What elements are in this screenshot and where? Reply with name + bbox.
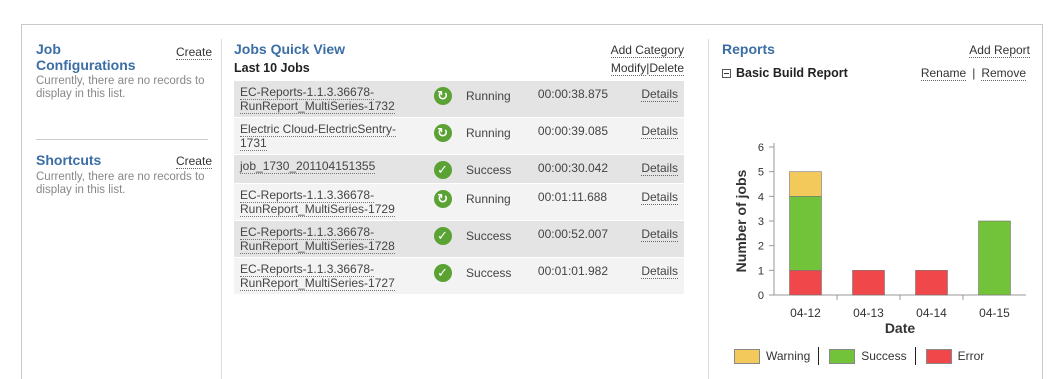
last-jobs-label: Last 10 Jobs <box>234 61 310 75</box>
job-name-link[interactable]: EC-Reports-1.1.3.36678-RunReport_MultiSe… <box>240 188 395 217</box>
jobs-table: EC-Reports-1.1.3.36678-RunReport_MultiSe… <box>234 81 684 295</box>
y-tick-label: 4 <box>758 191 764 203</box>
legend-swatch-success <box>829 348 856 364</box>
jobs-quick-view-title: Jobs Quick View <box>234 41 346 57</box>
jobs-quick-view: Jobs Quick View Add Category Last 10 Job… <box>234 41 684 295</box>
y-tick-label: 2 <box>758 241 764 253</box>
collapse-icon[interactable] <box>722 68 731 78</box>
success-check-icon: ✓ <box>433 264 452 282</box>
add-report-link[interactable]: Add Report <box>969 43 1030 58</box>
y-tick-label: 1 <box>758 265 764 277</box>
bar-error <box>915 270 948 296</box>
job-duration: 00:00:39.085 <box>537 124 608 138</box>
job-details-link[interactable]: Details <box>641 161 678 176</box>
job-status: Running <box>466 192 511 206</box>
reports-title: Reports <box>722 41 775 57</box>
x-tick-label: 04-14 <box>916 306 947 320</box>
running-icon: ↻ <box>433 124 452 142</box>
legend-swatch-error <box>925 348 952 364</box>
job-status: Success <box>466 266 512 280</box>
legend-label-error: Error <box>957 349 985 363</box>
job-row: Electric Cloud-ElectricSentry-1731 ↻ Runni… <box>234 117 684 155</box>
report-name: Basic Build Report <box>736 66 848 80</box>
job-status: Success <box>466 229 512 243</box>
job-row: EC-Reports-1.1.3.36678-RunReport_MultiSe… <box>234 183 684 221</box>
y-tick-label: 3 <box>758 216 764 228</box>
shortcuts-header: Shortcuts Create <box>36 152 212 169</box>
job-name-link[interactable]: Electric Cloud-ElectricSentry-1731 <box>240 122 397 151</box>
y-tick-label: 6 <box>758 142 764 154</box>
left-divider <box>36 139 208 140</box>
job-duration: 00:01:11.688 <box>537 190 608 204</box>
job-row: EC-Reports-1.1.3.36678-RunReport_MultiSe… <box>234 81 684 118</box>
job-details-link[interactable]: Details <box>641 190 678 205</box>
modify-delete-links: Modify|Delete <box>610 61 684 76</box>
column-divider <box>708 39 709 379</box>
legend-separator <box>818 347 820 365</box>
rename-link[interactable]: Rename <box>920 66 967 81</box>
job-duration: 00:01:01.982 <box>537 264 608 278</box>
job-duration: 00:00:30.042 <box>537 161 608 175</box>
job-status: Running <box>466 89 511 103</box>
job-row: job_1730_201104151355 ✓ Success 00:00:30.04… <box>234 154 684 184</box>
reports-panel: Reports Add Report Basic Build Report Re… <box>722 41 1030 365</box>
bar-success <box>789 196 822 271</box>
legend-swatch-warning <box>734 348 760 364</box>
x-tick-label: 04-13 <box>853 306 884 320</box>
x-tick-label: 04-15 <box>979 306 1010 320</box>
job-row: EC-Reports-1.1.3.36678-RunReport_MultiSe… <box>234 257 684 295</box>
remove-link[interactable]: Remove <box>981 66 1026 81</box>
bar-success <box>978 220 1011 296</box>
job-details-link[interactable]: Details <box>641 227 678 242</box>
legend-label-success: Success <box>861 349 907 363</box>
y-axis-title: Number of jobs <box>733 169 749 272</box>
dashboard-panel: Job Configurations Create Currently, the… <box>21 24 1043 379</box>
job-row: EC-Reports-1.1.3.36678-RunReport_MultiSe… <box>234 220 684 258</box>
success-check-icon: ✓ <box>433 227 452 245</box>
chart-legend: Warning Success Error <box>734 347 984 365</box>
job-configurations-header: Job Configurations Create <box>36 41 212 73</box>
bar-error <box>789 270 822 296</box>
x-tick-label: 04-12 <box>790 306 821 320</box>
job-status: Success <box>466 163 512 177</box>
bar-warning <box>789 171 822 197</box>
add-category-link[interactable]: Add Category <box>610 43 684 58</box>
y-tick-label: 0 <box>758 290 764 302</box>
link-separator: | <box>972 66 976 80</box>
x-axis-title: Date <box>885 320 916 336</box>
job-name-link[interactable]: EC-Reports-1.1.3.36678-RunReport_MultiSe… <box>240 85 395 114</box>
modify-link[interactable]: Modify <box>610 61 647 76</box>
job-status: Running <box>466 126 511 140</box>
success-check-icon: ✓ <box>433 161 452 179</box>
job-details-link[interactable]: Details <box>641 264 678 279</box>
job-configurations-title: Job Configurations <box>36 41 136 73</box>
job-duration: 00:00:52.007 <box>537 227 608 241</box>
job-name-link[interactable]: EC-Reports-1.1.3.36678-RunReport_MultiSe… <box>240 225 395 254</box>
left-column: Job Configurations Create Currently, the… <box>36 41 212 197</box>
job-details-link[interactable]: Details <box>641 124 678 139</box>
job-name-link[interactable]: job_1730_201104151355 <box>240 159 376 174</box>
shortcuts-empty-message: Currently, there are no records to displ… <box>36 171 205 196</box>
report-header: Basic Build Report <box>722 66 848 80</box>
job-name-link[interactable]: EC-Reports-1.1.3.36678-RunReport_MultiSe… <box>240 262 395 291</box>
column-divider <box>221 39 222 379</box>
running-icon: ↻ <box>433 190 452 208</box>
create-shortcut-link[interactable]: Create <box>175 154 212 169</box>
running-icon: ↻ <box>433 87 452 105</box>
job-details-link[interactable]: Details <box>641 87 678 102</box>
legend-separator <box>914 347 916 365</box>
bar-error <box>852 270 885 296</box>
shortcuts-title: Shortcuts <box>36 152 102 168</box>
basic-build-report-chart: 0 1 2 3 4 5 6 04-12 04-13 04-14 04-15 Date Number of… <box>733 142 1026 336</box>
y-tick-label: 5 <box>758 167 764 179</box>
job-duration: 00:00:38.875 <box>537 87 608 101</box>
job-configurations-empty-message: Currently, there are no records to displ… <box>36 75 205 100</box>
delete-link[interactable]: Delete <box>649 61 684 76</box>
legend-label-warning: Warning <box>766 349 811 363</box>
create-job-configuration-link[interactable]: Create <box>175 45 212 60</box>
